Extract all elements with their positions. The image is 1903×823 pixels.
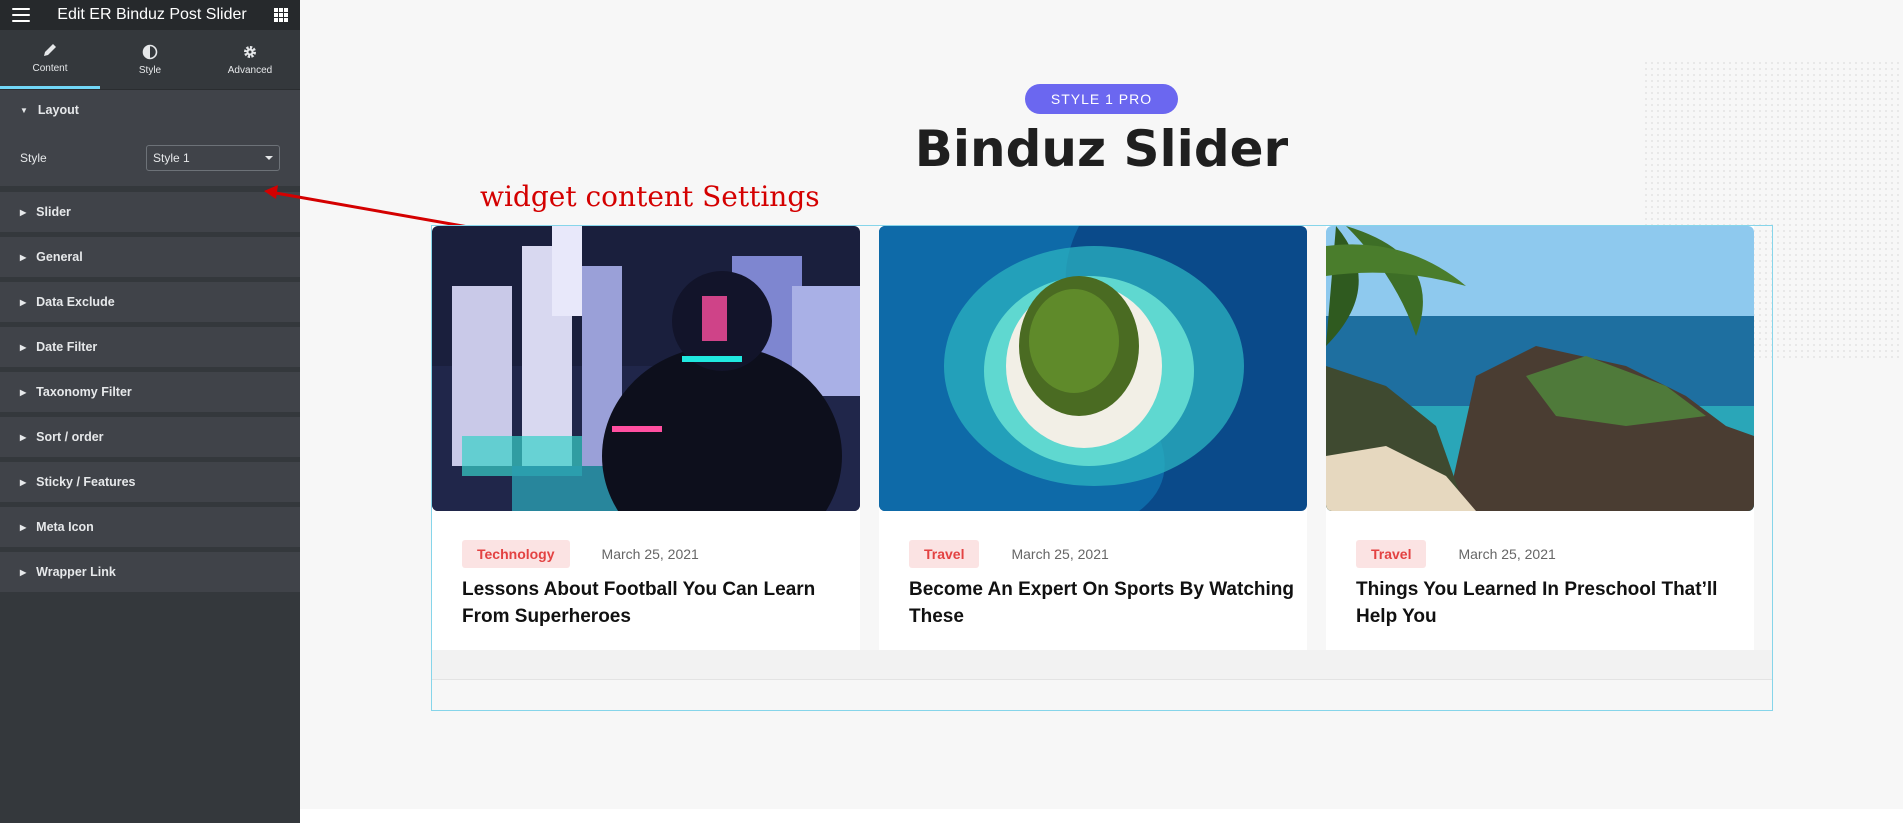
section-label: Slider — [36, 205, 71, 219]
post-image[interactable] — [432, 226, 860, 511]
section-taxonomy-filter[interactable]: ▶ Taxonomy Filter — [0, 372, 300, 417]
caret-right-icon: ▶ — [20, 567, 27, 577]
tab-content-label: Content — [32, 63, 68, 74]
section-label: General — [36, 250, 83, 264]
tab-advanced[interactable]: Advanced — [200, 30, 300, 89]
tab-advanced-label: Advanced — [227, 64, 273, 76]
style-control-label: Style — [20, 151, 47, 165]
caret-right-icon: ▶ — [20, 342, 27, 352]
style-select[interactable]: Style 1 — [146, 145, 280, 171]
section-general[interactable]: ▶ General — [0, 237, 300, 282]
post-title[interactable]: Become An Expert On Sports By Watching T… — [909, 576, 1299, 630]
section-label: Meta Icon — [36, 520, 94, 534]
caret-right-icon: ▶ — [20, 432, 27, 442]
tab-content[interactable]: Content — [0, 30, 100, 89]
post-image[interactable] — [1326, 226, 1754, 511]
category-tag[interactable]: Travel — [909, 540, 980, 568]
section-label: Date Filter — [36, 340, 98, 354]
caret-right-icon: ▶ — [20, 207, 27, 217]
gear-icon — [244, 45, 256, 58]
section-label: Data Exclude — [36, 295, 115, 309]
post-title[interactable]: Lessons About Football You Can Learn Fro… — [462, 576, 852, 630]
post-date: March 25, 2021 — [1458, 546, 1556, 562]
section-meta-icon[interactable]: ▶ Meta Icon — [0, 507, 300, 552]
section-label: Sticky / Features — [36, 475, 136, 489]
hamburger-menu-icon[interactable] — [12, 8, 30, 22]
neon-city-image — [432, 226, 860, 511]
section-label: Taxonomy Filter — [36, 385, 132, 399]
caret-right-icon: ▶ — [20, 297, 27, 307]
category-tag[interactable]: Technology — [462, 540, 570, 568]
post-date: March 25, 2021 — [601, 546, 699, 562]
slider-pagination-area — [432, 650, 1772, 680]
sidebar-header: Edit ER Binduz Post Slider — [0, 0, 300, 30]
post-image[interactable] — [879, 226, 1307, 511]
section-wrapper-link[interactable]: ▶ Wrapper Link — [0, 552, 300, 597]
annotation-text: widget content Settings — [480, 180, 820, 213]
panel-title: Edit ER Binduz Post Slider — [57, 6, 247, 23]
caret-down-icon: ▼ — [20, 105, 28, 115]
section-layout-label: Layout — [37, 103, 79, 117]
coast-image — [1326, 226, 1754, 511]
page-title: Binduz Slider — [914, 120, 1289, 178]
style-badge: STYLE 1 PRO — [1025, 84, 1178, 114]
post-card[interactable]: Travel March 25, 2021 Become An Expert O… — [879, 226, 1307, 650]
editor-sidebar: Edit ER Binduz Post Slider Content Style… — [0, 0, 300, 823]
half-circle-icon — [142, 44, 158, 59]
caret-right-icon: ▶ — [20, 522, 27, 532]
section-sticky-features[interactable]: ▶ Sticky / Features — [0, 462, 300, 507]
post-date: March 25, 2021 — [1011, 546, 1109, 562]
post-meta: Travel March 25, 2021 — [909, 540, 1109, 568]
pencil-icon — [44, 44, 56, 56]
chevron-down-icon — [265, 156, 273, 160]
section-label: Sort / order — [36, 430, 104, 444]
tab-style[interactable]: Style — [100, 30, 200, 89]
section-date-filter[interactable]: ▶ Date Filter — [0, 327, 300, 372]
post-meta: Travel March 25, 2021 — [1356, 540, 1556, 568]
caret-right-icon: ▶ — [20, 387, 27, 397]
post-slider: Technology March 25, 2021 Lessons About … — [431, 225, 1773, 711]
page-preview: STYLE 1 PRO Binduz Slider widget content… — [264, 0, 1903, 823]
layout-controls: Style Style 1 — [0, 130, 300, 192]
post-card[interactable]: Technology March 25, 2021 Lessons About … — [432, 226, 860, 650]
post-meta: Technology March 25, 2021 — [462, 540, 699, 568]
widgets-grid-icon[interactable] — [273, 8, 288, 22]
section-label: Wrapper Link — [36, 565, 116, 579]
section-sort-order[interactable]: ▶ Sort / order — [0, 417, 300, 462]
post-card[interactable]: Travel March 25, 2021 Things You Learned… — [1326, 226, 1754, 650]
caret-right-icon: ▶ — [20, 252, 27, 262]
section-slider[interactable]: ▶ Slider — [0, 192, 300, 237]
section-layout[interactable]: ▼ Layout — [0, 90, 300, 130]
post-title[interactable]: Things You Learned In Preschool That’ll … — [1356, 576, 1746, 630]
caret-right-icon: ▶ — [20, 477, 27, 487]
panel-tabs: Content Style Advanced — [0, 30, 300, 90]
category-tag[interactable]: Travel — [1356, 540, 1427, 568]
tab-style-label: Style — [138, 64, 162, 76]
style-select-value: Style 1 — [153, 151, 190, 165]
footer-strip — [300, 809, 1903, 823]
section-data-exclude[interactable]: ▶ Data Exclude — [0, 282, 300, 327]
island-image — [879, 226, 1307, 511]
